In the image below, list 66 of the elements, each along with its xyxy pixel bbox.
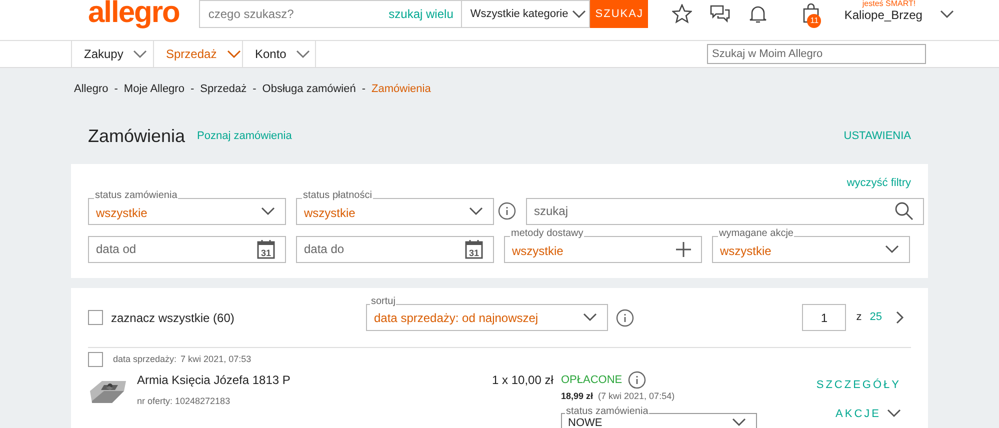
breadcrumb-separator: - [362,82,366,97]
details-link[interactable]: SZCZEGÓŁY [816,377,901,394]
chevron-down-icon [885,244,899,254]
breadcrumb-separator: - [114,82,118,97]
info-icon[interactable] [498,202,516,220]
my-allegro-search-field[interactable]: Szukaj w Moim Allegro [707,44,926,64]
breadcrumb-link[interactable]: Zamówienia [372,80,431,98]
chevron-down-icon [261,206,275,216]
search-button[interactable]: SZUKAJ [590,0,648,28]
chevron-down-icon [226,50,241,58]
total-pages-link[interactable]: 25 [870,309,882,326]
checkbox[interactable] [88,310,103,325]
plus-icon [676,242,691,256]
chat-icon[interactable] [710,4,730,24]
search-field[interactable]: szukaj [526,198,924,224]
star-icon[interactable] [672,4,692,24]
info-icon[interactable] [616,308,634,326]
breadcrumb-link[interactable]: Obsługa zamówień [262,80,356,98]
order-total: 18,99 zł [561,390,594,403]
field-label: wymagane akcje [718,228,794,238]
nav-tab[interactable]: Sprzedaż [153,41,242,67]
select-all-label[interactable]: zaznacz wszystkie (60) [111,308,234,326]
breadcrumb-link[interactable]: Allegro [74,80,108,98]
user-name[interactable]: Kaliope_Brzeg [844,8,922,22]
breadcrumb-link[interactable]: Sprzedaż [200,80,247,98]
chevron-down-icon [296,50,310,58]
chevron-down-icon [887,409,901,418]
field-label: metody dostawy [510,228,584,238]
chevron-down-icon [940,10,954,18]
page-title: Zamówienia [88,124,186,148]
search-icon[interactable] [895,202,913,220]
breadcrumb-separator: - [190,82,194,97]
date-field[interactable]: data od 31 [88,236,286,262]
page-number-field[interactable]: 1 [802,304,846,331]
actions-button[interactable]: AKCJE [836,406,901,422]
page-of-label: z [856,310,862,326]
clear-filters-link[interactable]: wyczyść filtry [846,175,911,192]
info-icon[interactable] [628,371,646,389]
checkbox[interactable] [88,352,103,367]
field-label: sortuj [370,297,396,307]
nav-tab[interactable]: Zakupy [71,41,153,67]
field-label: status płatności [302,190,373,200]
sort-select[interactable]: data sprzedaży: od najnowszej [366,304,608,331]
breadcrumb-separator: - [252,82,256,97]
date-field[interactable]: data do 31 [296,236,494,262]
allegro-logo[interactable]: allegro [88,0,180,28]
field-label: status zamówienia [94,190,178,200]
next-page-icon[interactable] [896,311,904,324]
product-title[interactable]: Armia Księcia Józefa 1813 P [137,371,492,389]
chevron-down-icon [133,50,148,58]
payment-status: OPŁACONE [561,372,622,388]
chevron-down-icon [583,313,597,322]
breadcrumb-link[interactable]: Moje Allegro [124,80,184,98]
offer-number: nr oferty: 10248272183 [137,395,232,408]
sale-date-label: data sprzedaży: [113,352,177,366]
payment-date: (7 kwi 2021, 07:54) [598,390,675,403]
calendar-icon[interactable]: 31 [465,239,483,259]
quantity-price: 1 x 10,00 zł [492,372,554,389]
cart-badge: 11 [807,14,822,28]
chevron-down-icon [469,206,483,216]
field-label: status zamówienia [565,406,650,416]
bell-icon[interactable] [748,4,768,24]
sale-date: 7 kwi 2021, 07:53 [180,352,252,366]
nav-tab[interactable]: Konto [242,41,315,67]
chevron-down-icon [732,418,746,426]
calendar-icon[interactable]: 31 [257,239,275,259]
